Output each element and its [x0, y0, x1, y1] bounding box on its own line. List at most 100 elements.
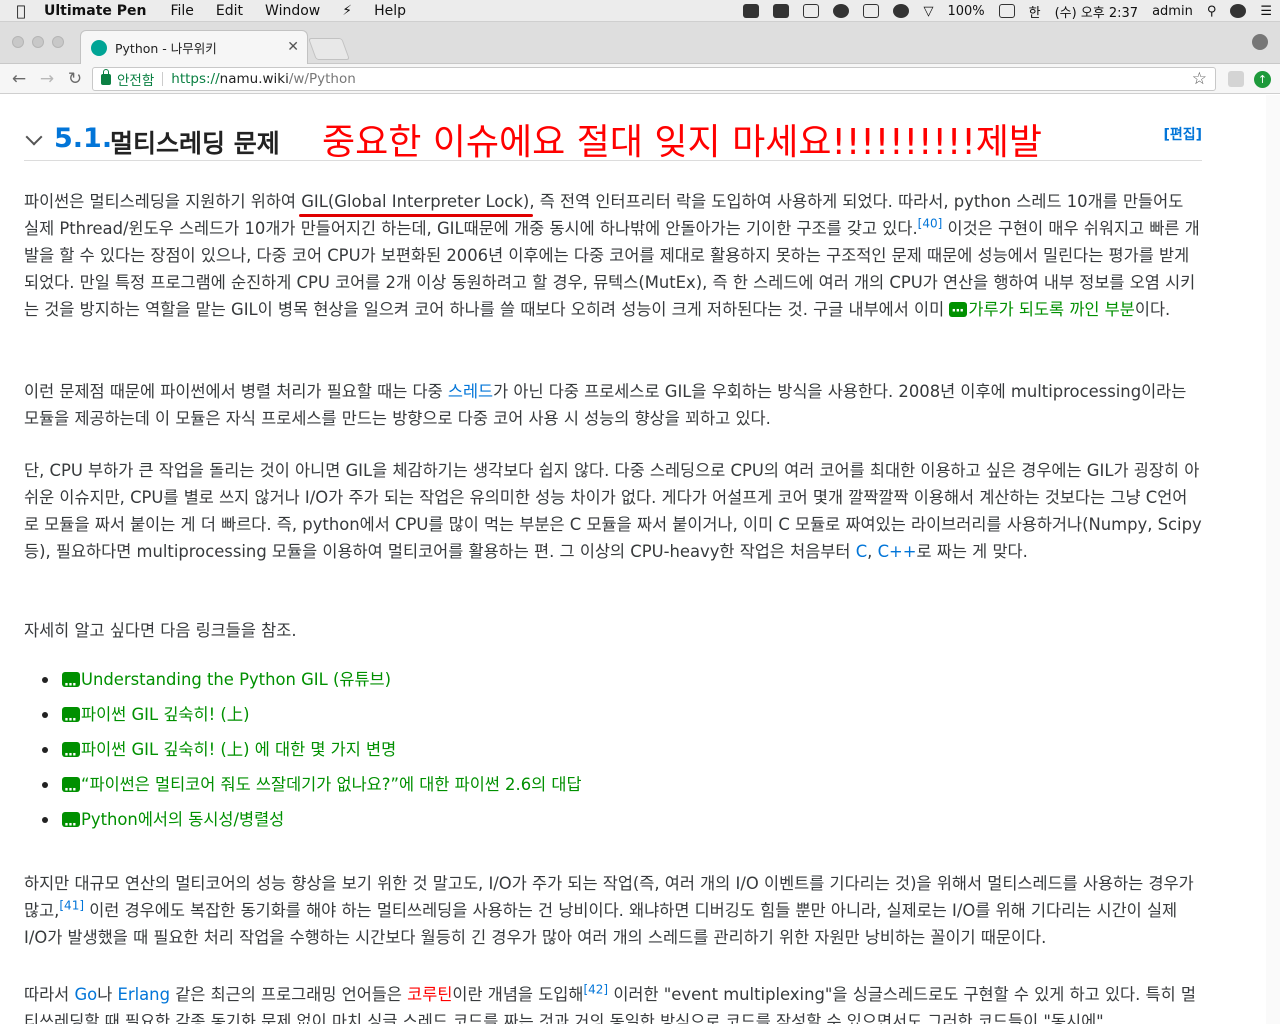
- address-bar[interactable]: 안전함 https:// namu.wiki /w/Python ☆: [92, 67, 1216, 91]
- update-arrow-icon[interactable]: ↑: [1254, 71, 1271, 88]
- bolt-icon[interactable]: ⚡: [342, 3, 352, 19]
- collapse-chevron-icon[interactable]: [25, 128, 43, 146]
- battery-percent: 100%: [947, 3, 985, 19]
- text: 이런 문제점 때문에 파이썬에서 병렬 처리가 필요할 때는 다중: [24, 382, 448, 401]
- menu-file[interactable]: File: [170, 3, 193, 19]
- footnote-41[interactable]: [41]: [59, 899, 84, 913]
- command-icon[interactable]: [773, 4, 790, 18]
- list-item[interactable]: Understanding the Python GIL (유튜브): [40, 662, 1140, 703]
- menu-help[interactable]: Help: [374, 3, 406, 19]
- bookmark-star-icon[interactable]: ☆: [1192, 69, 1207, 89]
- menubar-user[interactable]: admin: [1152, 4, 1193, 19]
- external-link[interactable]: 파이썬 GIL 깊숙히! (上): [81, 705, 250, 724]
- menubar-clock[interactable]: (수) 오후 2:37: [1055, 2, 1138, 21]
- section-heading: 5.1. 멀티스레딩 문제 중요한 이슈에요 절대 잊지 마세요!!!!!!!!…: [24, 117, 1202, 163]
- profile-icon[interactable]: [1252, 34, 1268, 50]
- spotlight-icon[interactable]: ⚲: [1207, 4, 1217, 19]
- text: 같은 최근의 프로그래밍 언어들은: [169, 985, 408, 1004]
- text: 로 짜는 게 맞다.: [916, 542, 1028, 561]
- text: 따라서: [24, 985, 75, 1004]
- external-link[interactable]: “파이썬은 멀티코어 줘도 쓰잘데기가 없나요?”에 대한 파이썬 2.6의 대…: [81, 775, 582, 794]
- back-arrow-icon[interactable]: ←: [8, 68, 30, 90]
- address-separator: [162, 72, 164, 86]
- text: 이란 개념을 도입해: [452, 985, 584, 1004]
- window-controls: [12, 36, 64, 48]
- external-link-icon: [62, 808, 80, 843]
- reference-link-list: Understanding the Python GIL (유튜브) 파이썬 G…: [40, 662, 1140, 843]
- secure-label: 안전함: [117, 73, 155, 89]
- chat-icon[interactable]: [893, 4, 910, 18]
- text: 이다.: [1134, 300, 1171, 319]
- paragraph-io-bound: 하지만 대규모 연산의 멀티코어의 성능 향상을 보기 위한 것 말고도, I/…: [24, 870, 1202, 951]
- input-method-icon[interactable]: 한: [1029, 2, 1041, 21]
- thread-link[interactable]: 스레드: [448, 382, 493, 401]
- siri-icon[interactable]: [1230, 4, 1247, 18]
- maximize-window-button[interactable]: [52, 36, 64, 48]
- external-link-icon: [62, 668, 80, 703]
- paragraph-multiprocessing: 이런 문제점 때문에 파이썬에서 병렬 처리가 필요할 때는 다중 스레드가 아…: [24, 378, 1202, 432]
- cpp-link[interactable]: C++: [878, 542, 917, 561]
- text: 나: [97, 985, 118, 1004]
- external-link-icon: [949, 298, 968, 325]
- c-link[interactable]: C: [856, 542, 867, 561]
- url-scheme: https://: [171, 71, 220, 87]
- close-window-button[interactable]: [12, 36, 24, 48]
- dropbox-icon[interactable]: [743, 4, 760, 18]
- gil-highlight: GIL(Global Interpreter Lock): [301, 192, 530, 211]
- external-link[interactable]: Understanding the Python GIL (유튜브): [81, 670, 391, 689]
- menu-app-name[interactable]: Ultimate Pen: [44, 3, 146, 19]
- erlang-link[interactable]: Erlang: [117, 985, 170, 1004]
- menu-window[interactable]: Window: [265, 3, 320, 19]
- d-app-icon[interactable]: [803, 4, 820, 18]
- reload-icon[interactable]: ↻: [64, 68, 86, 90]
- browser-tab[interactable]: Python - 나무위키 ✕: [80, 30, 308, 64]
- namuwiki-favicon-icon: [91, 39, 107, 56]
- text: 파이썬은 멀티스레딩을 지원하기 위하여: [24, 192, 302, 211]
- battery-icon[interactable]: [998, 4, 1015, 18]
- handwritten-annotation: 중요한 이슈에요 절대 잊지 마세요!!!!!!!!!!제발: [322, 122, 1043, 163]
- apple-icon[interactable]: : [6, 2, 36, 20]
- new-tab-button[interactable]: [307, 38, 351, 60]
- external-link[interactable]: Python에서의 동시성/병렬성: [81, 810, 284, 829]
- paragraph-gil: 파이썬은 멀티스레딩을 지원하기 위하여 GIL(Global Interpre…: [24, 188, 1202, 325]
- text: 이런 경우에도 복잡한 동기화를 해야 하는 멀티쓰레딩을 사용하는 건 낭비이…: [24, 901, 1178, 947]
- external-link-icon: [62, 773, 80, 808]
- forward-arrow-icon[interactable]: →: [36, 68, 58, 90]
- external-link[interactable]: 가루가 되도록 까인 부분: [968, 300, 1134, 319]
- tab-strip: Python - 나무위키 ✕: [0, 22, 1280, 64]
- list-item[interactable]: 파이썬 GIL 깊숙히! (上): [40, 697, 1140, 738]
- scrollbar[interactable]: [1266, 95, 1280, 1024]
- list-item[interactable]: “파이썬은 멀티코어 줘도 쓰잘데기가 없나요?”에 대한 파이썬 2.6의 대…: [40, 767, 1140, 808]
- paragraph-coroutine: 따라서 Go나 Erlang 같은 최근의 프로그래밍 언어들은 코루틴이란 개…: [24, 981, 1202, 1024]
- edit-link[interactable]: [편집]: [1163, 124, 1202, 144]
- browser-toolbar: ← → ↻ 안전함 https:// namu.wiki /w/Python ☆…: [0, 64, 1280, 94]
- tab-title: Python - 나무위키: [115, 41, 217, 56]
- footnote-40[interactable]: [40]: [918, 217, 943, 231]
- footnote-42[interactable]: [42]: [583, 983, 608, 997]
- minimize-window-button[interactable]: [32, 36, 44, 48]
- coroutine-link[interactable]: 코루틴: [407, 985, 452, 1004]
- url-path: /w/Python: [288, 71, 356, 87]
- notification-center-icon[interactable]: ☰: [1260, 4, 1272, 19]
- cloud-icon[interactable]: [833, 4, 850, 18]
- list-item[interactable]: 파이썬 GIL 깊숙히! (上) 에 대한 몇 가지 변명: [40, 732, 1140, 773]
- external-link-icon: [62, 703, 80, 738]
- lock-icon: [101, 68, 111, 85]
- window-switch-icon[interactable]: [863, 4, 880, 18]
- external-link-icon: [62, 738, 80, 773]
- menubar:  Ultimate Pen File Edit Window ⚡ Help ▽…: [0, 0, 1280, 22]
- url-host: namu.wiki: [219, 71, 289, 87]
- list-item[interactable]: Python에서의 동시성/병렬성: [40, 802, 1140, 843]
- section-title: 멀티스레딩 문제: [110, 129, 280, 158]
- close-tab-icon[interactable]: ✕: [287, 39, 299, 55]
- external-link[interactable]: 파이썬 GIL 깊숙히! (上) 에 대한 몇 가지 변명: [81, 740, 396, 759]
- text: ,: [867, 542, 878, 561]
- menubar-status-area: ▽ 100% 한 (수) 오후 2:37 admin ⚲ ☰: [743, 0, 1272, 22]
- section-number[interactable]: 5.1.: [54, 123, 112, 154]
- paragraph-cpu-load: 단, CPU 부하가 큰 작업을 돌리는 것이 아니면 GIL을 체감하기는 생…: [24, 457, 1202, 565]
- menu-edit[interactable]: Edit: [216, 3, 243, 19]
- wifi-icon[interactable]: ▽: [923, 4, 933, 19]
- extension-icon[interactable]: [1228, 71, 1244, 87]
- go-link[interactable]: Go: [74, 985, 97, 1004]
- paragraph-see-links: 자세히 알고 싶다면 다음 링크들을 참조.: [24, 621, 297, 640]
